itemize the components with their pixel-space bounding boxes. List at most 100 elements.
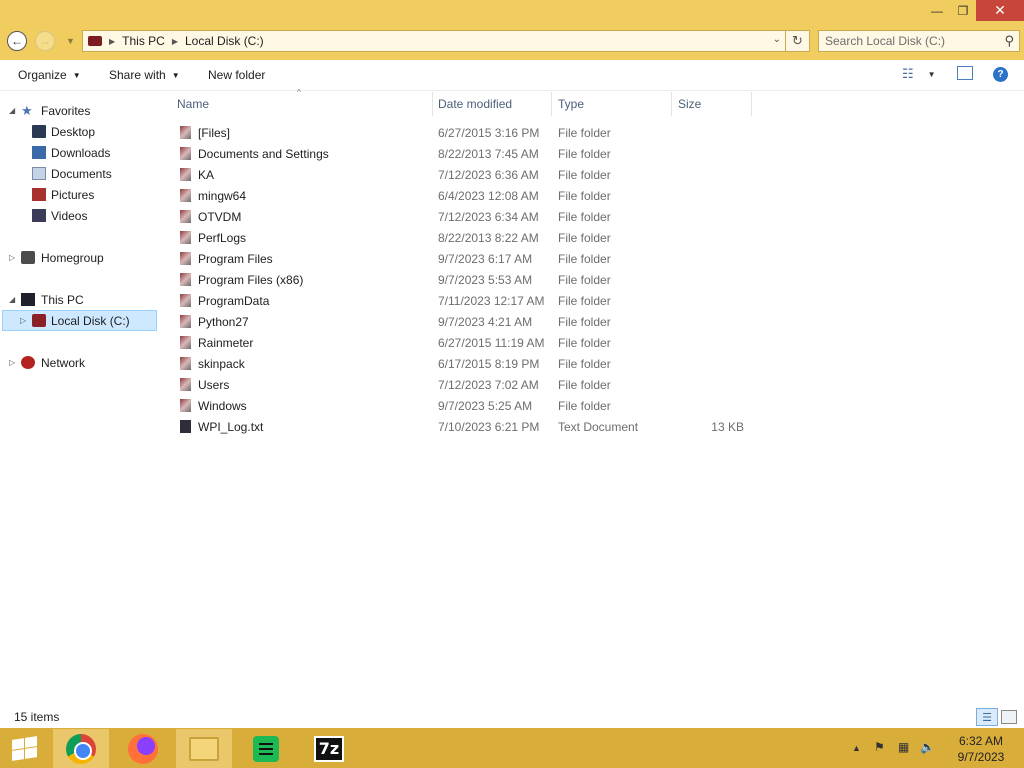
collapsed-arrow-icon[interactable]: ▷ xyxy=(20,316,28,325)
folder-icon xyxy=(180,378,191,391)
action-center-flag-icon[interactable]: ⚑ xyxy=(874,740,885,754)
nav-item-pictures[interactable]: Pictures xyxy=(0,185,160,204)
show-hidden-icons-button[interactable]: ▲ xyxy=(852,743,861,753)
nav-label: Videos xyxy=(51,208,88,223)
share-with-button[interactable]: Share with ▼ xyxy=(109,68,180,82)
column-header-type[interactable]: Type xyxy=(558,92,670,116)
command-bar: Organize ▼ Share with ▼ New folder ☷ ▼ ? xyxy=(0,60,1024,91)
file-row[interactable]: [Files] 6/27/2015 3:16 PM File folder xyxy=(160,122,1024,143)
file-row[interactable]: Windows 9/7/2023 5:25 AM File folder xyxy=(160,395,1024,416)
collapsed-arrow-icon[interactable]: ▷ xyxy=(9,253,17,262)
taskbar-file-explorer[interactable] xyxy=(176,729,232,768)
windows-logo-icon xyxy=(12,749,24,761)
nav-item-local-disk[interactable]: ▷ Local Disk (C:) xyxy=(2,310,157,331)
file-date-modified: 7/12/2023 6:36 AM xyxy=(438,168,539,182)
search-icon[interactable]: ⚲ xyxy=(1004,33,1014,49)
taskbar-7zip[interactable]: 7z xyxy=(301,729,357,768)
file-type: File folder xyxy=(558,315,611,329)
file-row[interactable]: WPI_Log.txt 7/10/2023 6:21 PM Text Documen… xyxy=(160,416,1024,437)
file-row[interactable]: KA 7/12/2023 6:36 AM File folder xyxy=(160,164,1024,185)
taskbar-spreadsheet[interactable] xyxy=(238,729,294,768)
address-dropdown-icon[interactable]: ⌄ xyxy=(773,34,781,45)
file-row[interactable]: Users 7/12/2023 7:02 AM File folder xyxy=(160,374,1024,395)
windows-logo-icon xyxy=(12,738,24,750)
column-divider[interactable] xyxy=(432,92,433,116)
collapsed-arrow-icon[interactable]: ▷ xyxy=(9,358,17,367)
column-header-name[interactable]: Name xyxy=(177,92,431,116)
file-row[interactable]: Python27 9/7/2023 4:21 AM File folder xyxy=(160,311,1024,332)
details-view-button[interactable]: ☰ xyxy=(976,708,998,726)
preview-pane-button[interactable] xyxy=(957,66,973,80)
nav-this-pc[interactable]: ◢ This PC xyxy=(0,290,160,309)
column-divider[interactable] xyxy=(671,92,672,116)
folder-icon xyxy=(180,210,191,223)
close-button[interactable]: ✕ xyxy=(976,0,1024,21)
column-header-date-modified[interactable]: Date modified xyxy=(438,92,550,116)
nav-item-videos[interactable]: Videos xyxy=(0,206,160,225)
refresh-button[interactable]: ↻ xyxy=(786,30,810,52)
file-row[interactable]: OTVDM 7/12/2023 6:34 AM File folder xyxy=(160,206,1024,227)
clock-date: 9/7/2023 xyxy=(957,750,1005,764)
file-name: Windows xyxy=(198,399,247,413)
file-row[interactable]: ProgramData 7/11/2023 12:17 AM File folder xyxy=(160,290,1024,311)
nav-item-documents[interactable]: Documents xyxy=(0,164,160,183)
nav-network[interactable]: ▷ Network xyxy=(0,353,160,372)
title-bar: — ❐ ✕ xyxy=(0,0,1024,22)
file-date-modified: 9/7/2023 5:25 AM xyxy=(438,399,533,413)
nav-label: Homegroup xyxy=(41,250,104,265)
restore-button[interactable]: ❐ xyxy=(950,0,976,21)
expanded-arrow-icon[interactable]: ◢ xyxy=(9,295,17,304)
nav-favorites[interactable]: ◢ ★ Favorites xyxy=(0,101,160,120)
nav-item-downloads[interactable]: Downloads xyxy=(0,143,160,162)
file-name: OTVDM xyxy=(198,210,242,224)
file-row[interactable]: Program Files 9/7/2023 6:17 AM File folder xyxy=(160,248,1024,269)
column-divider[interactable] xyxy=(751,92,752,116)
share-with-label: Share with xyxy=(109,68,166,82)
volume-icon[interactable]: 🔈 xyxy=(920,740,935,754)
file-row[interactable]: Documents and Settings 8/22/2013 7:45 AM F… xyxy=(160,143,1024,164)
new-folder-button[interactable]: New folder xyxy=(208,68,265,82)
column-divider[interactable] xyxy=(551,92,552,116)
forward-button[interactable]: → xyxy=(35,31,55,51)
drive-icon xyxy=(88,36,102,46)
large-icons-view-button[interactable] xyxy=(1001,710,1017,724)
7zip-icon: 7z xyxy=(314,735,344,762)
expanded-arrow-icon[interactable]: ◢ xyxy=(9,106,17,115)
file-row[interactable]: PerfLogs 8/22/2013 8:22 AM File folder xyxy=(160,227,1024,248)
chrome-icon xyxy=(66,733,96,764)
breadcrumb-this-pc[interactable]: This PC xyxy=(122,34,165,48)
folder-icon xyxy=(180,189,191,202)
nav-item-desktop[interactable]: Desktop xyxy=(0,122,160,141)
system-clock[interactable]: 6:32 AM 9/7/2023 xyxy=(950,733,1012,765)
start-button[interactable] xyxy=(10,736,38,761)
address-bar[interactable]: ▶ This PC ▶ Local Disk (C:) ⌄ xyxy=(82,30,786,52)
file-type: File folder xyxy=(558,168,611,182)
organize-button[interactable]: Organize ▼ xyxy=(18,68,81,82)
change-view-button[interactable]: ☷ ▼ xyxy=(902,66,936,82)
back-button[interactable]: ← xyxy=(7,31,27,51)
homegroup-icon xyxy=(21,251,35,264)
folder-icon xyxy=(180,126,191,139)
help-button[interactable]: ? xyxy=(993,67,1008,82)
column-header-size[interactable]: Size xyxy=(678,92,750,116)
file-row[interactable]: Program Files (x86) 9/7/2023 5:53 AM File … xyxy=(160,269,1024,290)
search-input[interactable]: Search Local Disk (C:) ⚲ xyxy=(818,30,1020,52)
breadcrumb-separator[interactable]: ▶ xyxy=(109,37,115,46)
network-tray-icon[interactable]: ▦ xyxy=(898,740,909,754)
file-row[interactable]: skinpack 6/17/2015 8:19 PM File folder xyxy=(160,353,1024,374)
taskbar-firefox[interactable] xyxy=(115,729,171,768)
minimize-button[interactable]: — xyxy=(924,0,950,21)
file-date-modified: 9/7/2023 6:17 AM xyxy=(438,252,533,266)
file-row[interactable]: Rainmeter 6/27/2015 11:19 AM File folder xyxy=(160,332,1024,353)
taskbar-chrome[interactable] xyxy=(53,729,109,768)
nav-homegroup[interactable]: ▷ Homegroup xyxy=(0,248,160,267)
address-row: ← → ▼ ▶ This PC ▶ Local Disk (C:) ⌄ ↻ Se… xyxy=(0,22,1024,60)
breadcrumb-local-disk[interactable]: Local Disk (C:) xyxy=(185,34,264,48)
chevron-down-icon: ▼ xyxy=(72,70,81,80)
file-date-modified: 6/27/2015 3:16 PM xyxy=(438,126,540,140)
breadcrumb-separator[interactable]: ▶ xyxy=(172,37,178,46)
nav-label: Local Disk (C:) xyxy=(51,313,130,328)
file-row[interactable]: mingw64 6/4/2023 12:08 AM File folder xyxy=(160,185,1024,206)
navigation-pane: ◢ ★ Favorites Desktop Downloads Document… xyxy=(0,92,160,704)
recent-locations-button[interactable]: ▼ xyxy=(66,36,75,46)
